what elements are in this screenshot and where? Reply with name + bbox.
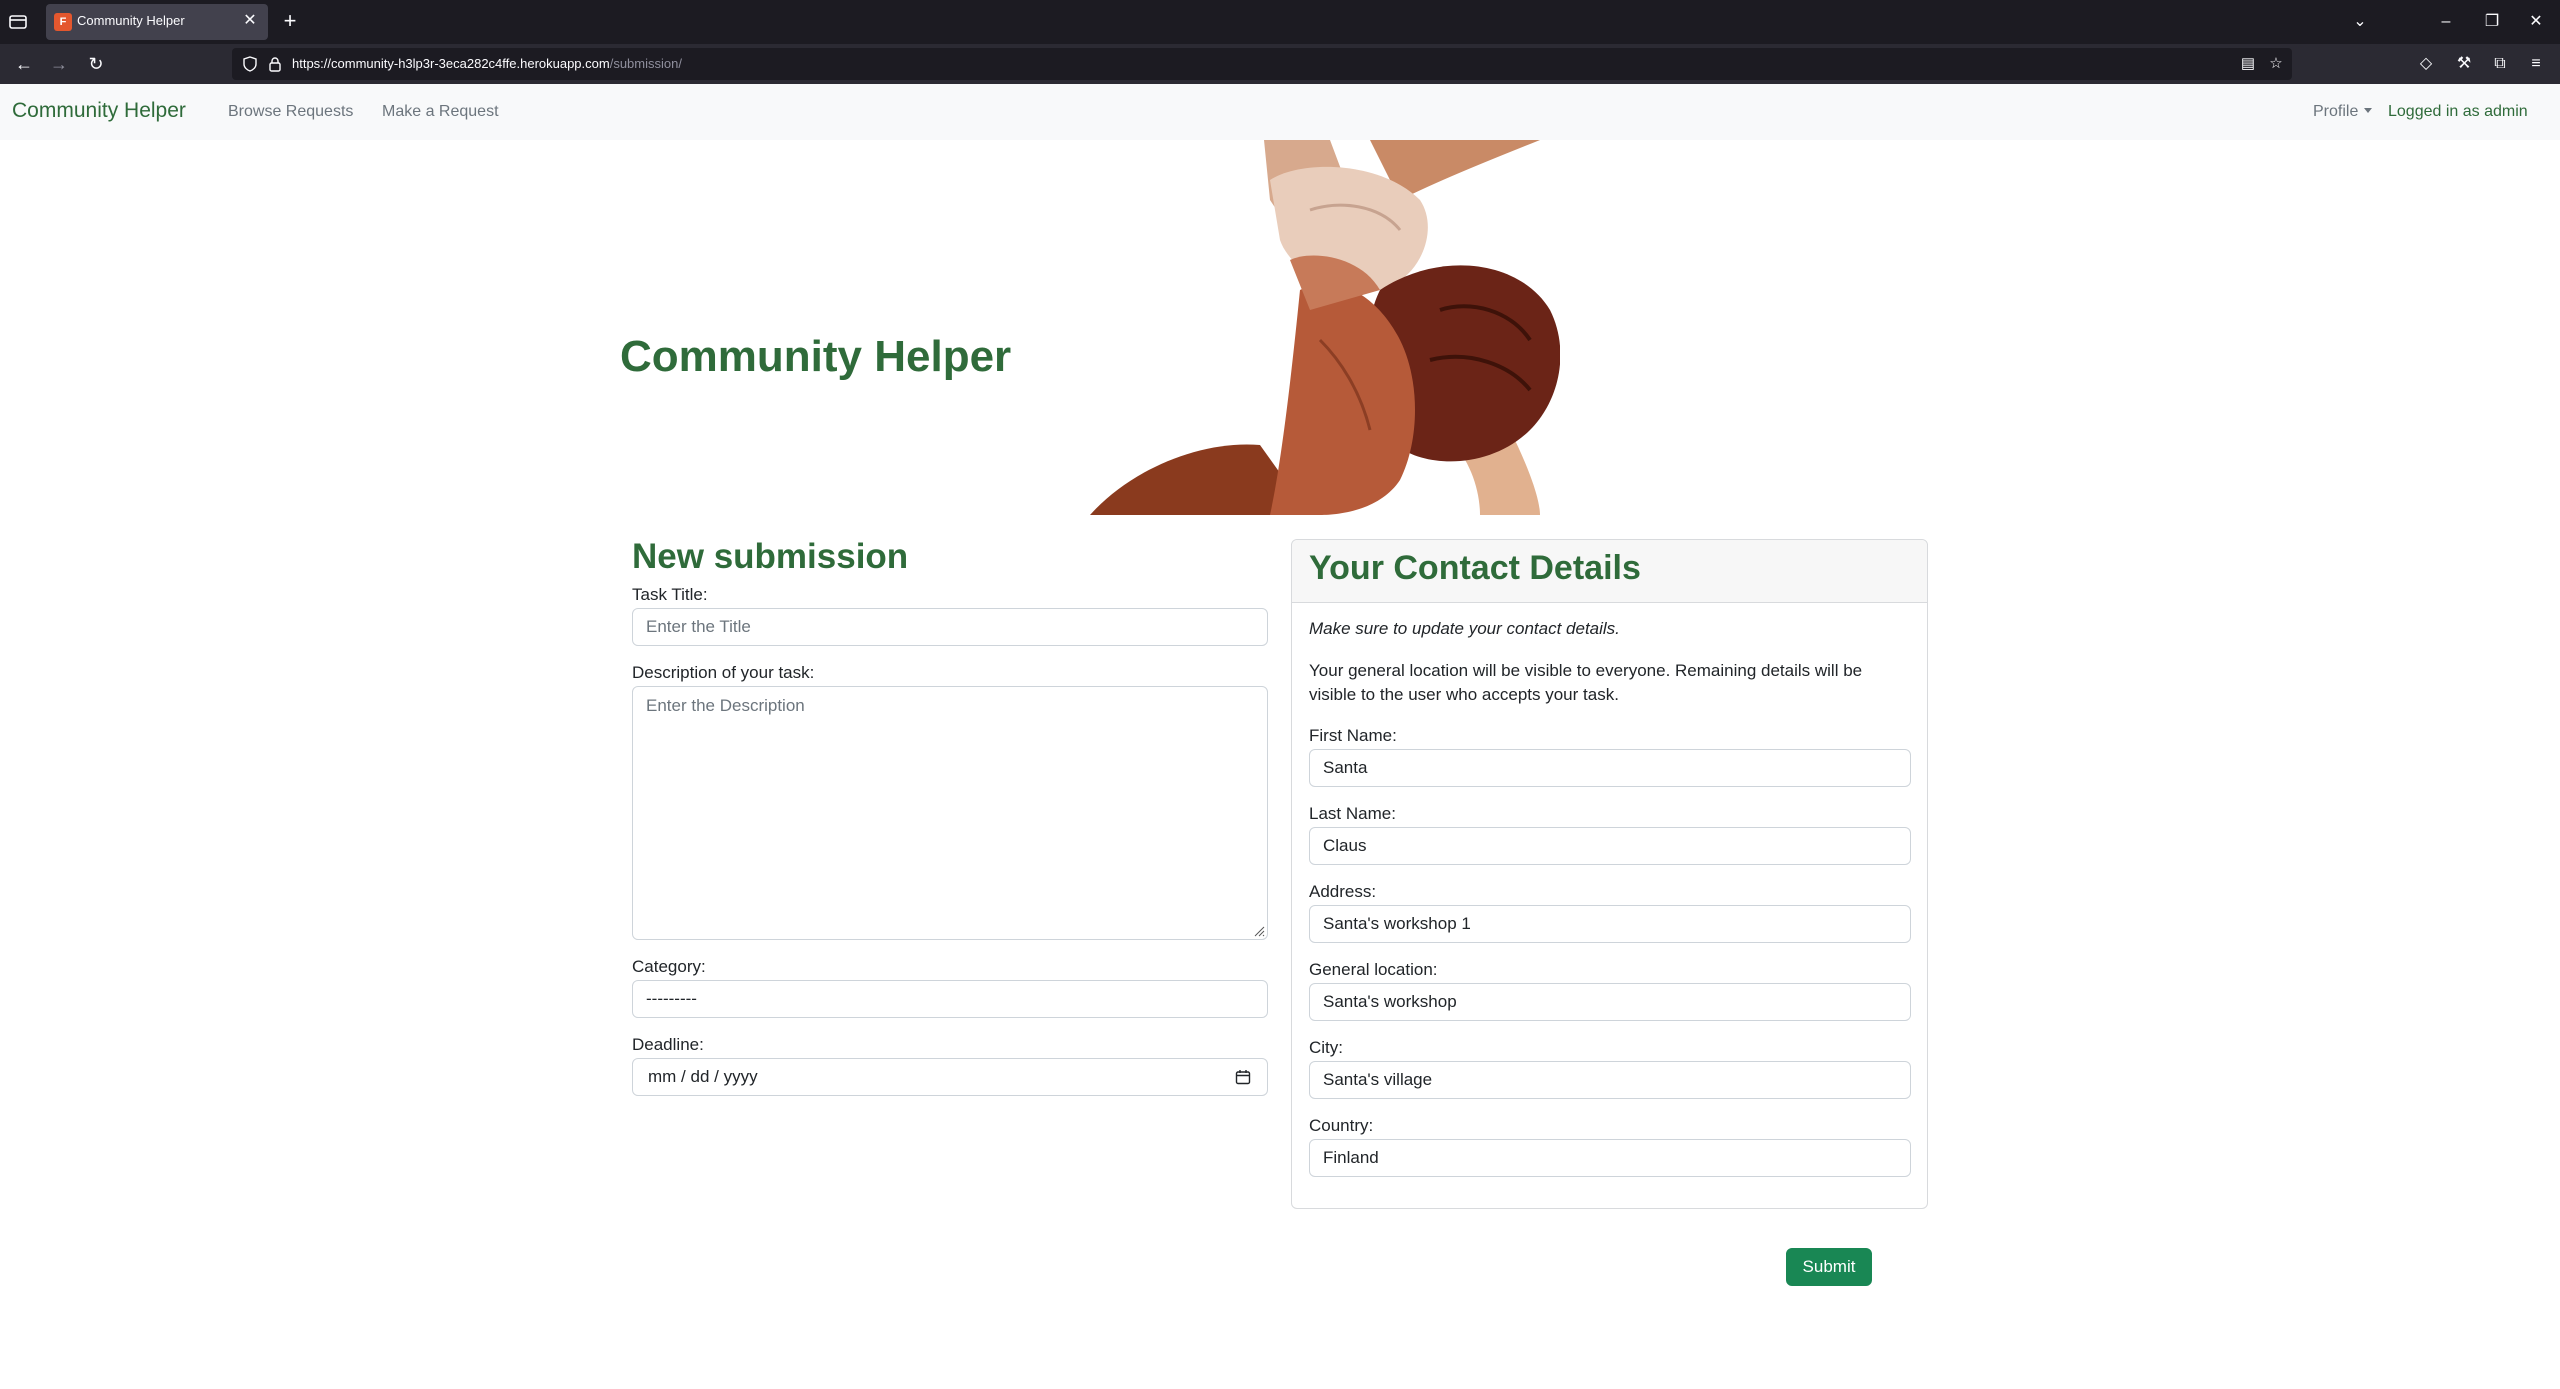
profile-dropdown[interactable]: Profile xyxy=(2313,103,2373,121)
tab-list-icon[interactable] xyxy=(8,12,30,32)
deadline-placeholder: mm / dd / yyyy xyxy=(648,1067,758,1086)
tab-title: Community Helper xyxy=(77,13,185,28)
country-input[interactable]: Finland xyxy=(1309,1139,1911,1177)
city-input[interactable]: Santa's village xyxy=(1309,1061,1911,1099)
form-title: New submission xyxy=(632,537,909,576)
deadline-label: Deadline: xyxy=(632,1035,704,1054)
navbar-brand[interactable]: Community Helper xyxy=(12,99,186,123)
reload-icon[interactable]: ↻ xyxy=(82,50,110,78)
url-bar[interactable]: https://community-h3lp3r-3eca282c4ffe.he… xyxy=(232,48,2292,80)
wrench-icon[interactable]: ⚒ xyxy=(2450,50,2478,78)
close-window-icon[interactable]: ✕ xyxy=(2522,8,2550,36)
login-status: Logged in as admin xyxy=(2388,103,2528,120)
task-title-label: Task Title: xyxy=(632,585,708,604)
category-select[interactable]: --------- xyxy=(632,980,1268,1018)
description-placeholder: Enter the Description xyxy=(646,696,805,715)
country-label: Country: xyxy=(1309,1116,1374,1135)
submit-button[interactable]: Submit xyxy=(1786,1248,1872,1286)
deadline-date-input[interactable]: mm / dd / yyyy xyxy=(632,1058,1268,1096)
calendar-icon[interactable] xyxy=(1235,1069,1251,1085)
minimize-icon[interactable]: – xyxy=(2432,8,2460,36)
site-navbar: Community Helper Browse Requests Make a … xyxy=(0,84,2560,140)
address-label: Address: xyxy=(1309,882,1377,901)
resize-grip-icon[interactable] xyxy=(1253,925,1265,937)
general-location-input[interactable]: Santa's workshop xyxy=(1309,983,1911,1021)
description-label: Description of your task: xyxy=(632,663,815,682)
reader-view-icon[interactable]: ▤ xyxy=(2238,54,2258,74)
contact-note: Make sure to update your contact details… xyxy=(1309,619,1620,638)
card-title: Your Contact Details xyxy=(1309,549,1641,587)
contact-details-card: Your Contact Details Make sure to update… xyxy=(1291,539,1928,1209)
task-title-input[interactable]: Enter the Title xyxy=(632,608,1268,646)
extensions-icon[interactable]: ⧉ xyxy=(2486,50,2514,78)
browser-tab[interactable]: F Community Helper ✕ xyxy=(46,4,268,40)
pocket-icon[interactable]: ◇ xyxy=(2412,50,2440,78)
last-name-label: Last Name: xyxy=(1309,804,1396,823)
browser-navigation-bar: ← → ↻ https://community-h3lp3r-3eca282c4… xyxy=(0,44,2560,84)
first-name-input[interactable]: Santa xyxy=(1309,749,1911,787)
nav-link-browse-requests[interactable]: Browse Requests xyxy=(228,103,353,121)
first-name-label: First Name: xyxy=(1309,726,1397,745)
back-icon[interactable]: ← xyxy=(10,50,38,78)
contact-info: Your general location will be visible to… xyxy=(1309,661,1863,704)
dropdown-caret-icon xyxy=(2364,108,2373,113)
card-header: Your Contact Details xyxy=(1292,540,1927,603)
nav-link-make-request[interactable]: Make a Request xyxy=(382,103,499,121)
city-label: City: xyxy=(1309,1038,1343,1057)
restore-icon[interactable]: ❐ xyxy=(2478,8,2506,36)
description-textarea[interactable]: Enter the Description xyxy=(632,686,1268,940)
last-name-input[interactable]: Claus xyxy=(1309,827,1911,865)
browser-tab-bar: F Community Helper ✕ + ⌄ – ❐ ✕ xyxy=(0,0,2560,44)
site-favicon-icon: F xyxy=(54,13,72,31)
url-host: https://community-h3lp3r-3eca282c4ffe.he… xyxy=(292,56,610,71)
profile-label: Profile xyxy=(2313,103,2359,120)
general-location-label: General location: xyxy=(1309,960,1438,979)
close-tab-icon[interactable]: ✕ xyxy=(240,11,260,31)
lock-icon[interactable] xyxy=(268,56,282,72)
tracking-shield-icon[interactable] xyxy=(242,56,258,72)
url-text[interactable]: https://community-h3lp3r-3eca282c4ffe.he… xyxy=(292,56,682,71)
hero-hands-image xyxy=(1090,140,1560,515)
forward-icon[interactable]: → xyxy=(45,50,73,78)
hero-banner: Community Helper xyxy=(600,140,1960,515)
list-all-tabs-icon[interactable]: ⌄ xyxy=(2346,8,2374,36)
hero-title: Community Helper xyxy=(620,332,1012,381)
menu-icon[interactable]: ≡ xyxy=(2522,50,2550,78)
bookmark-star-icon[interactable]: ☆ xyxy=(2266,54,2286,74)
address-input[interactable]: Santa's workshop 1 xyxy=(1309,905,1911,943)
url-path: /submission/ xyxy=(609,56,682,71)
new-tab-icon[interactable]: + xyxy=(278,10,302,34)
category-label: Category: xyxy=(632,957,706,976)
